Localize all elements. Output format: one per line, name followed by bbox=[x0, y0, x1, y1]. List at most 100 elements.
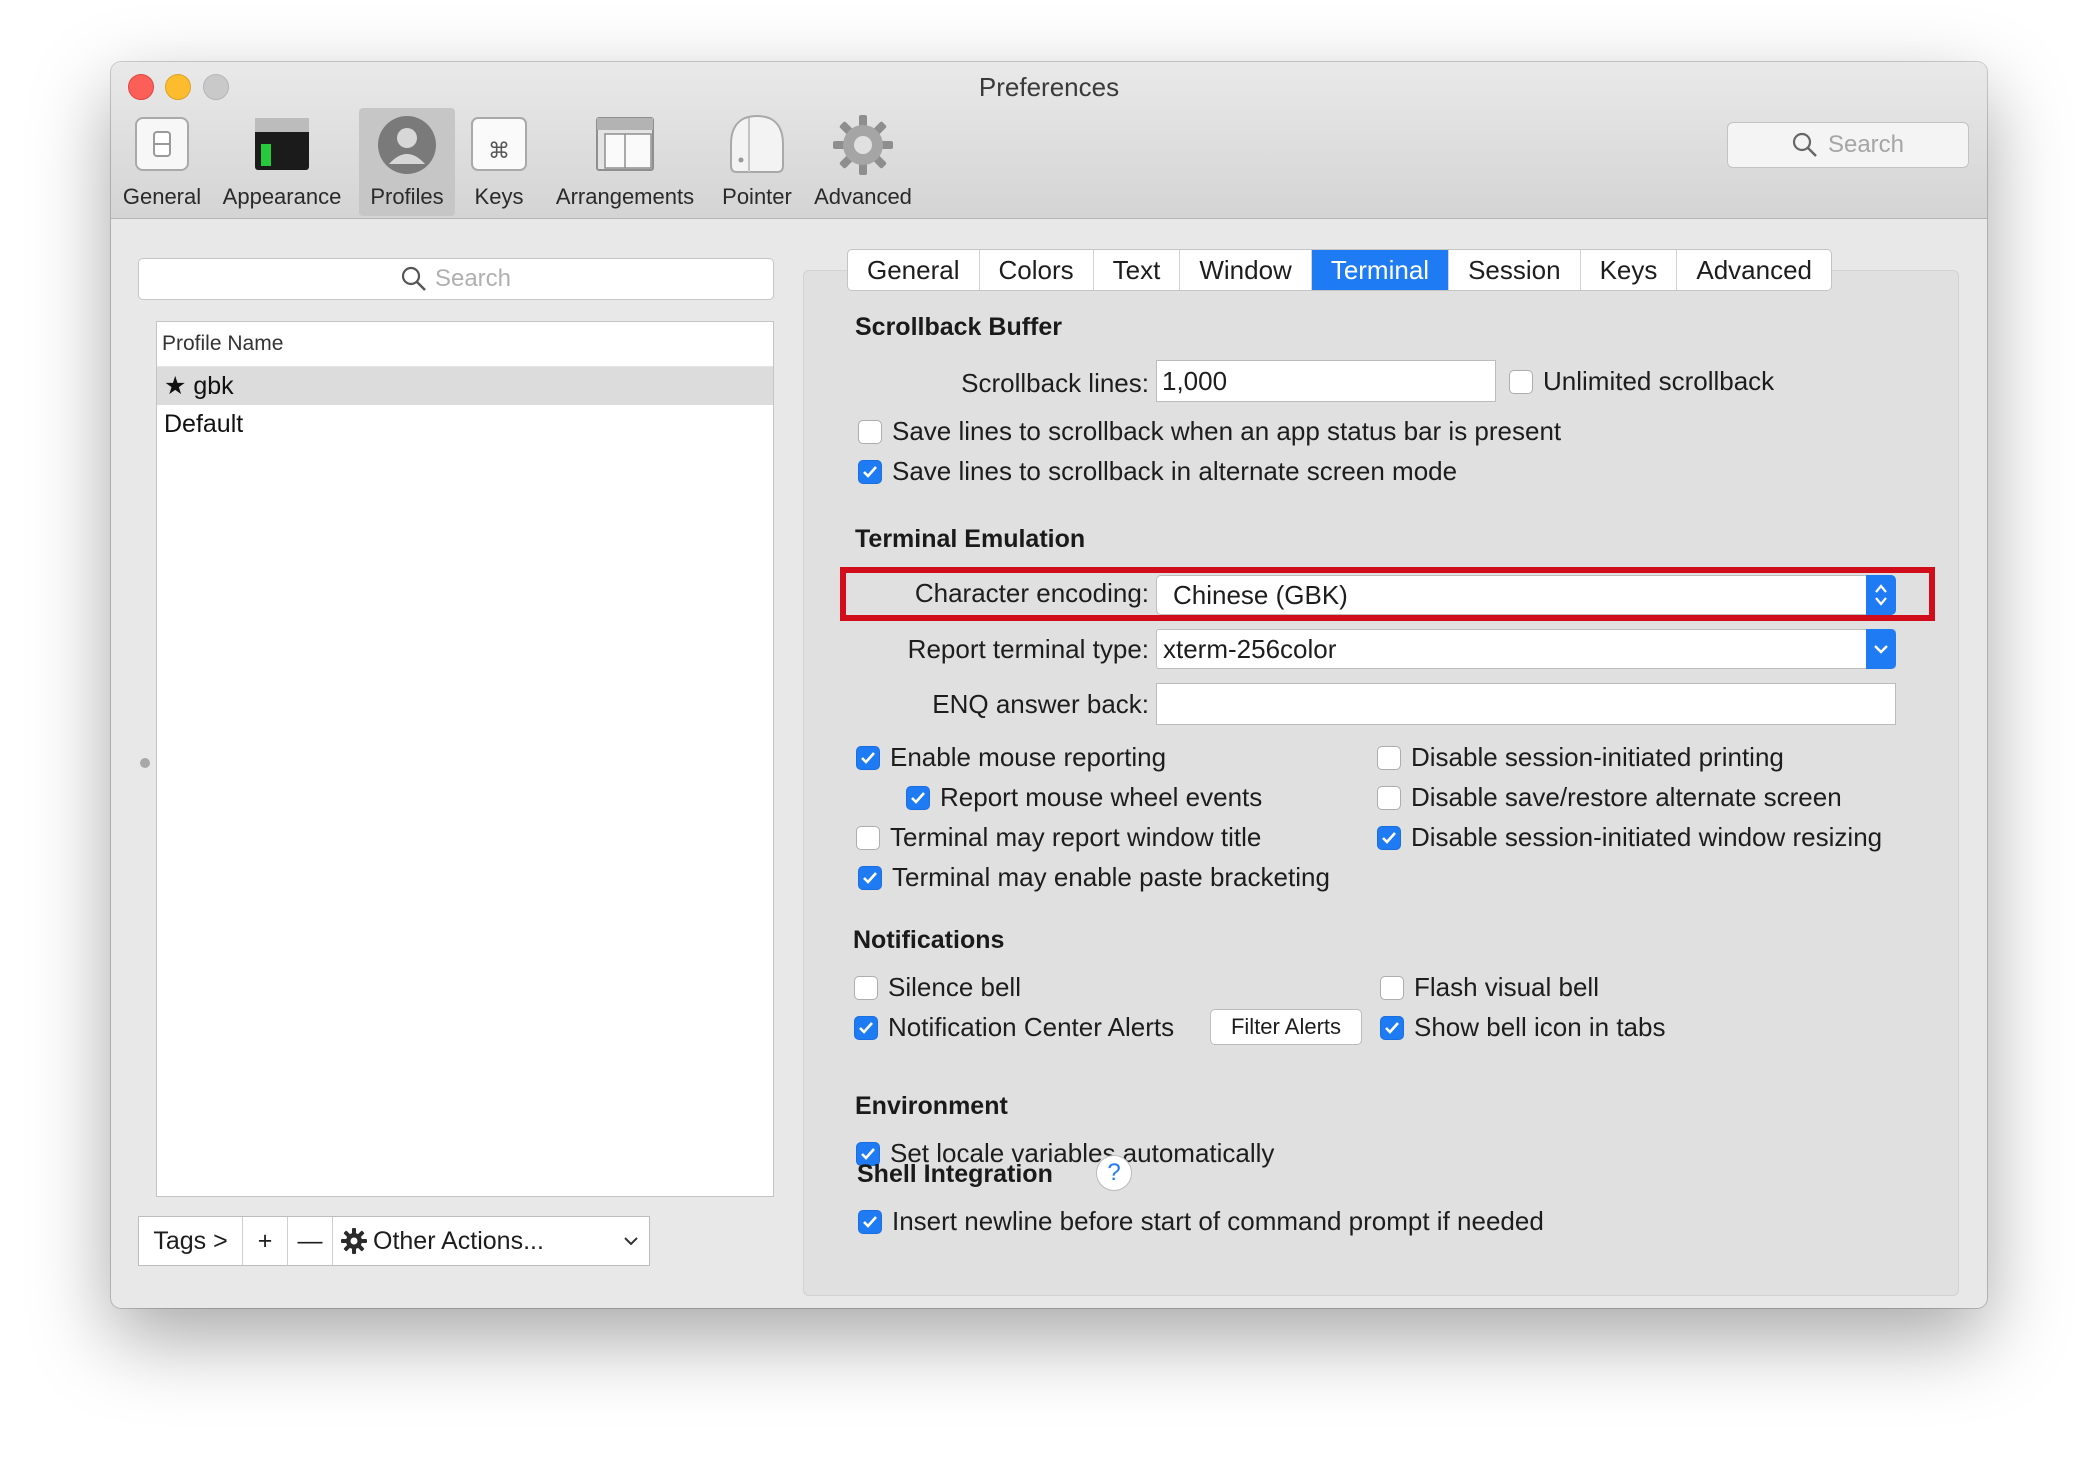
silence-bell-label: Silence bell bbox=[888, 972, 1021, 1002]
alternate-screen-scrollback-label: Save lines to scrollback in alternate sc… bbox=[892, 456, 1458, 486]
unlimited-scrollback-label: Unlimited scrollback bbox=[1543, 366, 1775, 396]
toolbar-general[interactable]: General bbox=[121, 108, 203, 216]
toolbar-profiles[interactable]: Profiles bbox=[359, 108, 455, 216]
other-actions-menu[interactable]: Other Actions... bbox=[333, 1217, 649, 1265]
profile-list: Profile Name ★ gbk Default bbox=[156, 321, 774, 1197]
toolbar-keys[interactable]: ⌘ Keys bbox=[463, 108, 535, 216]
report-terminal-type-label: Report terminal type: bbox=[907, 634, 1149, 664]
paste-bracketing-checkbox[interactable]: Terminal may enable paste bracketing bbox=[858, 862, 1330, 893]
checkmark-icon bbox=[859, 1021, 873, 1034]
environment-heading: Environment bbox=[855, 1092, 1008, 1120]
tab-advanced[interactable]: Advanced bbox=[1677, 250, 1831, 290]
checkbox-box bbox=[1377, 785, 1401, 810]
preferences-window: Preferences General Appearance Profiles … bbox=[111, 62, 1987, 1308]
disable-window-resizing-checkbox[interactable]: Disable session-initiated window resizin… bbox=[1377, 822, 1882, 853]
scrollback-heading: Scrollback Buffer bbox=[855, 313, 1063, 341]
tab-colors[interactable]: Colors bbox=[980, 250, 1094, 290]
enable-mouse-reporting-checkbox[interactable]: Enable mouse reporting bbox=[856, 742, 1166, 773]
add-profile-button[interactable]: + bbox=[243, 1217, 288, 1265]
enable-mouse-reporting-label: Enable mouse reporting bbox=[890, 742, 1167, 772]
toolbar-arrangements[interactable]: Arrangements bbox=[541, 108, 709, 216]
toolbar-pointer[interactable]: Pointer bbox=[711, 108, 803, 216]
svg-text:⌘: ⌘ bbox=[488, 139, 510, 164]
alternate-screen-scrollback-checkbox[interactable]: Save lines to scrollback in alternate sc… bbox=[858, 456, 1457, 487]
toolbar-search-field[interactable]: Search bbox=[1727, 122, 1969, 168]
show-bell-icon-label: Show bell icon in tabs bbox=[1414, 1012, 1666, 1042]
tags-button[interactable]: Tags > bbox=[139, 1217, 243, 1265]
tab-session[interactable]: Session bbox=[1449, 250, 1581, 290]
toolbar-general-label: General bbox=[122, 184, 202, 209]
character-encoding-value: Chinese (GBK) bbox=[1173, 579, 1348, 610]
profile-search-field[interactable]: Search bbox=[138, 258, 774, 300]
tab-window[interactable]: Window bbox=[1180, 250, 1312, 290]
checkbox-box bbox=[1509, 369, 1533, 394]
disable-printing-label: Disable session-initiated printing bbox=[1411, 742, 1784, 772]
tab-text[interactable]: Text bbox=[1094, 250, 1181, 290]
profile-name-column-header[interactable]: Profile Name bbox=[157, 322, 773, 367]
report-mouse-wheel-checkbox[interactable]: Report mouse wheel events bbox=[906, 782, 1262, 813]
character-encoding-popup[interactable]: Chinese (GBK) bbox=[1156, 575, 1896, 615]
help-icon[interactable]: ? bbox=[1096, 1155, 1132, 1191]
checkbox-box bbox=[856, 825, 880, 850]
toolbar-keys-label: Keys bbox=[474, 184, 524, 209]
scrollback-lines-field[interactable]: 1,000 bbox=[1156, 360, 1496, 402]
checkbox-box bbox=[858, 419, 882, 444]
toolbar-profiles-label: Profiles bbox=[370, 184, 444, 209]
mouse-icon bbox=[730, 115, 784, 173]
terminal-type-combo[interactable]: xterm-256color bbox=[1156, 629, 1896, 669]
toolbar-pointer-label: Pointer bbox=[722, 184, 792, 209]
toolbar-appearance[interactable]: Appearance bbox=[219, 108, 345, 216]
notification-center-alerts-checkbox[interactable]: Notification Center Alerts bbox=[854, 1012, 1174, 1043]
silence-bell-checkbox[interactable]: Silence bell bbox=[854, 972, 1021, 1003]
checkmark-icon bbox=[861, 1147, 875, 1160]
split-view-handle[interactable] bbox=[140, 758, 150, 768]
toolbar-appearance-label: Appearance bbox=[222, 184, 342, 209]
profile-row-gbk[interactable]: ★ gbk bbox=[157, 367, 773, 405]
toolbar-search-placeholder: Search bbox=[1827, 131, 1905, 158]
search-icon bbox=[1792, 132, 1817, 157]
other-actions-label: Other Actions... bbox=[373, 1226, 544, 1255]
unlimited-scrollback-checkbox[interactable]: Unlimited scrollback bbox=[1509, 366, 1774, 397]
filter-alerts-button[interactable]: Filter Alerts bbox=[1210, 1009, 1362, 1045]
checkmark-icon bbox=[911, 791, 925, 804]
show-bell-icon-checkbox[interactable]: Show bell icon in tabs bbox=[1380, 1012, 1665, 1043]
checkmark-icon bbox=[861, 751, 875, 764]
checkbox-box bbox=[858, 1209, 882, 1234]
report-window-title-checkbox[interactable]: Terminal may report window title bbox=[856, 822, 1261, 853]
toolbar-arrangements-label: Arrangements bbox=[555, 184, 695, 209]
tab-keys[interactable]: Keys bbox=[1581, 250, 1678, 290]
general-switch-icon bbox=[135, 117, 189, 171]
disable-printing-checkbox[interactable]: Disable session-initiated printing bbox=[1377, 742, 1784, 773]
profile-row-default[interactable]: Default bbox=[157, 405, 773, 443]
gear-icon bbox=[833, 115, 893, 175]
notification-center-alerts-label: Notification Center Alerts bbox=[888, 1012, 1175, 1042]
appearance-window-icon bbox=[255, 118, 309, 170]
enq-answer-back-field[interactable] bbox=[1156, 683, 1896, 725]
gear-icon bbox=[341, 1228, 367, 1254]
tab-terminal[interactable]: Terminal bbox=[1311, 250, 1450, 290]
disable-alternate-screen-label: Disable save/restore alternate screen bbox=[1411, 782, 1842, 812]
chevron-down-icon[interactable] bbox=[1866, 629, 1896, 669]
disable-alternate-screen-checkbox[interactable]: Disable save/restore alternate screen bbox=[1377, 782, 1842, 813]
insert-newline-checkbox[interactable]: Insert newline before start of command p… bbox=[858, 1206, 1544, 1237]
checkbox-box bbox=[1380, 1015, 1404, 1040]
toolbar-advanced[interactable]: Advanced bbox=[805, 108, 921, 216]
toolbar: Preferences General Appearance Profiles … bbox=[111, 62, 1987, 219]
checkbox-box bbox=[854, 975, 878, 1000]
report-window-title-label: Terminal may report window title bbox=[890, 822, 1262, 852]
checkmark-icon bbox=[863, 871, 877, 884]
checkmark-icon bbox=[1382, 831, 1396, 844]
report-mouse-wheel-label: Report mouse wheel events bbox=[940, 782, 1263, 812]
checkbox-box bbox=[906, 785, 930, 810]
checkbox-box bbox=[858, 865, 882, 890]
checkbox-box bbox=[1380, 975, 1404, 1000]
toolbar-advanced-label: Advanced bbox=[814, 184, 912, 209]
tab-general[interactable]: General bbox=[848, 250, 980, 290]
remove-profile-button[interactable]: — bbox=[288, 1217, 333, 1265]
paste-bracketing-label: Terminal may enable paste bracketing bbox=[892, 862, 1330, 892]
checkbox-box bbox=[1377, 745, 1401, 770]
flash-visual-bell-checkbox[interactable]: Flash visual bell bbox=[1380, 972, 1599, 1003]
status-bar-scrollback-checkbox[interactable]: Save lines to scrollback when an app sta… bbox=[858, 416, 1561, 447]
shell-integration-heading: Shell Integration bbox=[857, 1160, 1053, 1188]
checkbox-box bbox=[858, 459, 882, 484]
